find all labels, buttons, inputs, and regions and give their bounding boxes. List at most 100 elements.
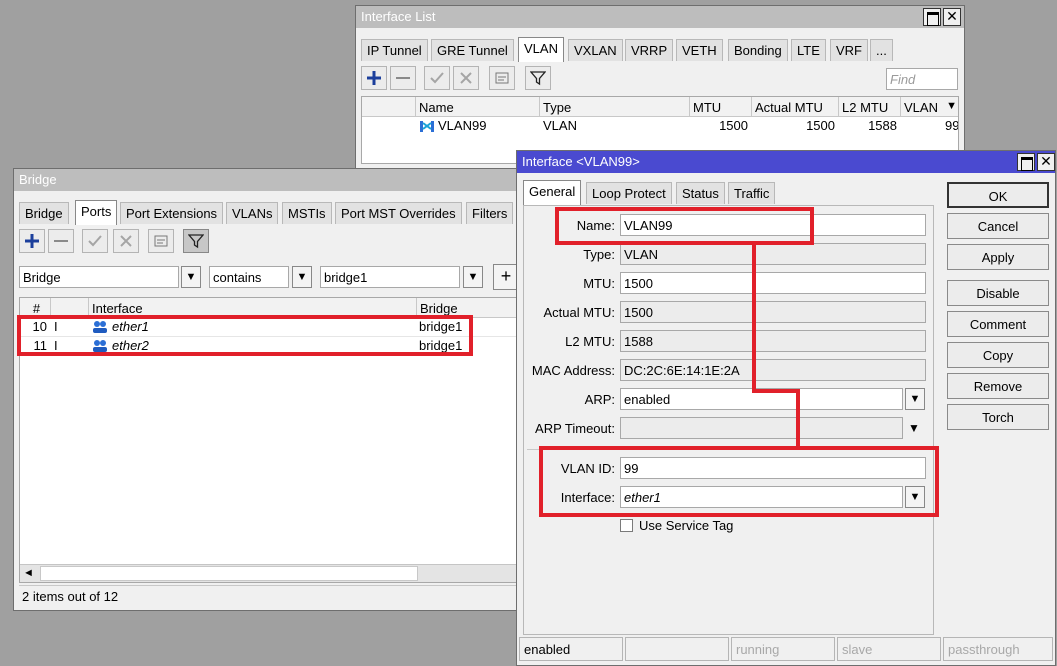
row-actual-mtu: 1500	[806, 118, 835, 133]
maximize-button[interactable]	[923, 8, 941, 26]
note-icon	[149, 230, 173, 252]
filter-value-dropdown[interactable]: ▼	[463, 266, 483, 288]
status-passthrough: passthrough	[943, 637, 1053, 661]
filter-operator-dropdown[interactable]: ▼	[292, 266, 312, 288]
disable-button[interactable]: Disable	[947, 280, 1049, 306]
find-input[interactable]: Find	[886, 68, 958, 90]
filter-field-select[interactable]: Bridge	[19, 266, 179, 288]
bridge-titlebar[interactable]: Bridge	[14, 169, 532, 191]
scroll-left-icon[interactable]: ◄	[23, 567, 34, 579]
scrollbar-thumb[interactable]	[40, 566, 418, 581]
row-vlan: 99	[945, 118, 959, 133]
tab-lte[interactable]: LTE	[791, 39, 826, 61]
col-vlan[interactable]: VLAN ▼	[901, 97, 958, 117]
tab-bonding[interactable]: Bonding	[728, 39, 788, 61]
check-icon	[83, 230, 107, 252]
dialog-titlebar[interactable]: Interface <VLAN99>	[517, 151, 1055, 173]
tab-ip-tunnel[interactable]: IP Tunnel	[361, 39, 428, 61]
actual-mtu-value: 1500	[620, 301, 926, 323]
torch-button[interactable]: Torch	[947, 404, 1049, 430]
add-button[interactable]	[19, 229, 45, 253]
remove-button[interactable]	[48, 229, 74, 253]
disable-button[interactable]	[113, 229, 139, 253]
tab-bridge[interactable]: Bridge	[19, 202, 69, 224]
x-icon	[114, 230, 138, 252]
status-empty	[625, 637, 729, 661]
col-actual-mtu[interactable]: Actual MTU	[752, 97, 839, 117]
table-row[interactable]: VLAN99 VLAN 1500 1500 1588 99	[362, 117, 959, 136]
mac-address-label: MAC Address:	[531, 363, 615, 378]
arp-dropdown[interactable]: ▼	[905, 388, 925, 410]
maximize-button[interactable]	[1017, 153, 1035, 171]
close-button[interactable]: ✕	[1037, 153, 1055, 171]
tab-gre-tunnel[interactable]: GRE Tunnel	[431, 39, 514, 61]
highlight-name-field	[555, 207, 814, 245]
filter-field-dropdown[interactable]: ▼	[181, 266, 201, 288]
interface-list-titlebar[interactable]: Interface List	[356, 6, 964, 28]
tab-vrrp[interactable]: VRRP	[625, 39, 674, 61]
tab-vxlan[interactable]: VXLAN	[568, 39, 623, 61]
col-l2-mtu[interactable]: L2 MTU	[839, 97, 901, 117]
comment-button[interactable]	[489, 66, 515, 90]
mac-address-value: DC:2C:6E:14:1E:2A	[620, 359, 926, 381]
tab-filters[interactable]: Filters	[466, 202, 514, 224]
status-running: running	[731, 637, 835, 661]
col-type[interactable]: Type	[540, 97, 690, 117]
col-name[interactable]: Name	[416, 97, 540, 117]
tab-vrf[interactable]: VRF	[830, 39, 868, 61]
filter-value-input[interactable]: bridge1	[320, 266, 460, 288]
tab-port-extensions[interactable]: Port Extensions	[120, 202, 224, 224]
horizontal-scrollbar[interactable]: ◄	[20, 564, 528, 582]
apply-button[interactable]: Apply	[947, 244, 1049, 270]
disable-button[interactable]	[453, 66, 479, 90]
col-mtu[interactable]: MTU	[690, 97, 752, 117]
mtu-input[interactable]: 1500	[620, 272, 926, 294]
filter-button[interactable]	[525, 66, 551, 90]
tab-loop-protect[interactable]: Loop Protect	[586, 182, 672, 204]
ok-button[interactable]: OK	[947, 182, 1049, 208]
note-icon	[490, 67, 514, 89]
l2-mtu-label: L2 MTU:	[565, 334, 615, 349]
col-flag[interactable]	[362, 97, 416, 117]
comment-button[interactable]	[148, 229, 174, 253]
column-menu-icon[interactable]: ▼	[946, 100, 957, 112]
row-type: VLAN	[543, 118, 577, 133]
tab-ports[interactable]: Ports	[75, 200, 118, 225]
enable-button[interactable]	[424, 66, 450, 90]
tab-vlans[interactable]: VLANs	[226, 202, 279, 224]
chevron-down-icon: ▼	[185, 271, 197, 283]
plus-icon	[20, 230, 44, 252]
l2-mtu-value: 1588	[620, 330, 926, 352]
window-title: Interface <VLAN99>	[522, 154, 640, 169]
comment-button[interactable]: Comment	[947, 311, 1049, 337]
remove-button[interactable]: Remove	[947, 373, 1049, 399]
tab-status[interactable]: Status	[676, 182, 725, 204]
remove-button[interactable]	[390, 66, 416, 90]
use-service-tag-checkbox[interactable]	[620, 519, 633, 532]
copy-button[interactable]: Copy	[947, 342, 1049, 368]
bridge-window: Bridge Bridge Ports Port Extensions VLAN…	[13, 168, 533, 611]
arp-timeout-input[interactable]	[620, 417, 903, 439]
tab-veth[interactable]: VETH	[676, 39, 723, 61]
filter-operator-select[interactable]: contains	[209, 266, 289, 288]
chevron-down-icon: ▼	[909, 393, 921, 405]
tab-port-mst-overrides[interactable]: Port MST Overrides	[335, 202, 462, 224]
minus-icon	[391, 67, 415, 89]
arp-timeout-expand-icon[interactable]: ▼	[908, 421, 920, 435]
use-service-tag-label: Use Service Tag	[639, 518, 734, 533]
tab-traffic[interactable]: Traffic	[728, 182, 776, 204]
filter-button[interactable]	[183, 229, 209, 253]
add-button[interactable]	[361, 66, 387, 90]
enable-button[interactable]	[82, 229, 108, 253]
highlight-vlan-fields	[539, 446, 939, 517]
tab-more[interactable]: ...	[870, 39, 893, 61]
tab-general[interactable]: General	[523, 180, 582, 205]
connector-line-vertical-2	[796, 389, 800, 447]
close-button[interactable]: ✕	[943, 8, 961, 26]
cancel-button[interactable]: Cancel	[947, 213, 1049, 239]
tab-vlan[interactable]: VLAN	[518, 37, 564, 62]
window-title: Interface List	[361, 9, 436, 24]
vlan-interface-icon	[419, 119, 435, 136]
tab-mstis[interactable]: MSTIs	[282, 202, 332, 224]
minus-icon	[49, 230, 73, 252]
